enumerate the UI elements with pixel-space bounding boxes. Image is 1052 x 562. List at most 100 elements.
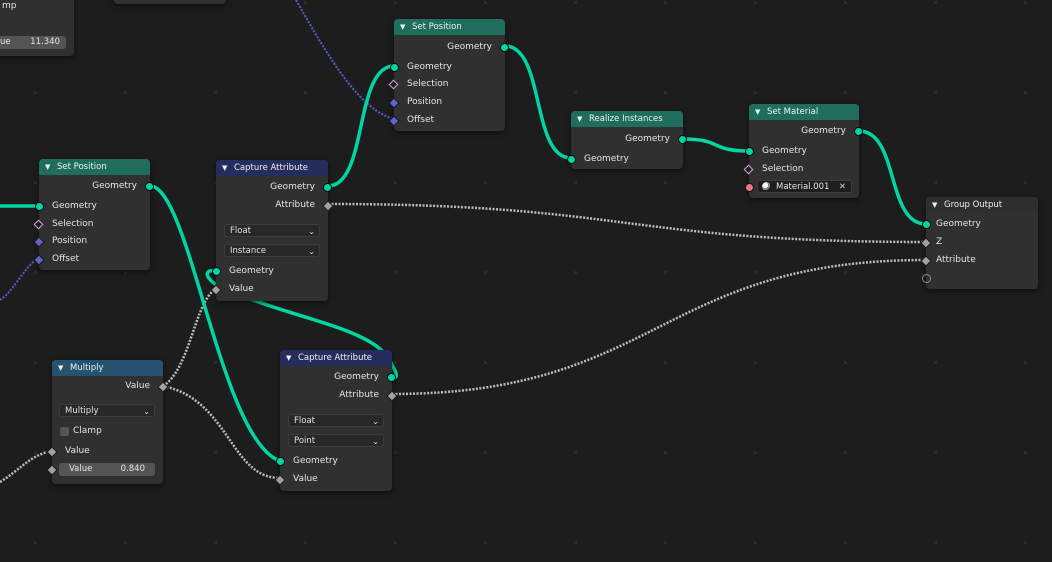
output-value: Value — [52, 379, 169, 393]
material-socket[interactable] — [745, 183, 754, 192]
chevron-down-icon: ⌄ — [372, 437, 379, 446]
set-position-node-top[interactable]: ▼ Set Position Geometry Geometry Selectio… — [388, 19, 509, 131]
grid-dot — [754, 1, 757, 4]
multiply-node[interactable]: ▼ Multiply Value Multiply ⌄ Clamp Value Va… — [46, 360, 169, 484]
geometry-socket[interactable] — [922, 220, 931, 229]
realize-instances-node[interactable]: ▼ Realize Instances Geometry Geometry — [567, 111, 687, 169]
output-geometry: Geometry — [39, 179, 154, 193]
domain-dropdown[interactable]: Point ⌄ — [288, 434, 384, 447]
material-ball-icon — [762, 182, 771, 191]
chevron-down-icon[interactable]: ▼ — [755, 108, 764, 116]
set-position-node-left[interactable]: ▼ Set Position Geometry Geometry Selectio… — [33, 159, 154, 270]
node-header[interactable]: ▼ Capture Attribute — [216, 160, 328, 176]
geometry-socket[interactable] — [276, 457, 285, 466]
input-selection: Selection — [743, 162, 859, 176]
output-geometry: Geometry — [216, 180, 332, 194]
chevron-down-icon: ⌄ — [308, 247, 315, 256]
grid-dot — [844, 91, 847, 94]
capture-attribute-node-1[interactable]: ▼ Capture Attribute Geometry Attribute Fl… — [210, 160, 334, 301]
clamp-label: Clamp — [73, 426, 102, 436]
grid-dot — [574, 181, 577, 184]
geometry-socket[interactable] — [745, 147, 754, 156]
group-output-node[interactable]: ▼ Group Output Geometry Z Attribute — [920, 197, 1038, 289]
input-selection: Selection — [33, 217, 150, 231]
geometry-socket[interactable] — [35, 202, 44, 211]
chevron-down-icon: ⌄ — [308, 227, 315, 236]
capture-attribute-node-2[interactable]: ▼ Capture Attribute Geometry Attribute Fl… — [274, 350, 398, 491]
grid-dot — [664, 91, 667, 94]
geometry-socket[interactable] — [567, 155, 576, 164]
geometry-socket[interactable] — [212, 267, 221, 276]
chevron-down-icon[interactable]: ▼ — [577, 115, 586, 123]
grid-dot — [934, 451, 937, 454]
node-header[interactable]: ▼ Realize Instances — [571, 111, 683, 127]
geometry-socket[interactable] — [387, 373, 396, 382]
value-field[interactable]: Value 0.840 — [59, 463, 155, 476]
grid-dot — [934, 91, 937, 94]
grid-dot — [394, 451, 397, 454]
grid-dot — [394, 361, 397, 364]
geometry-socket[interactable] — [854, 127, 863, 136]
geometry-socket[interactable] — [500, 43, 509, 52]
chevron-down-icon[interactable]: ▼ — [286, 354, 295, 362]
empty-socket[interactable] — [922, 274, 931, 283]
partial-node-top-left[interactable]: mp ue 11.340 — [0, 0, 74, 56]
clamp-checkbox[interactable] — [60, 427, 69, 436]
geometry-socket[interactable] — [145, 182, 154, 191]
grid-dot — [214, 361, 217, 364]
grid-dot — [304, 1, 307, 4]
close-icon[interactable]: ✕ — [839, 181, 846, 193]
data-type-dropdown[interactable]: Float ⌄ — [224, 224, 320, 237]
geometry-socket[interactable] — [678, 135, 687, 144]
input-geometry: Geometry — [567, 152, 683, 166]
grid-dot — [124, 271, 127, 274]
partial-label: mp — [2, 1, 17, 11]
node-header[interactable]: ▼ Set Material — [749, 104, 859, 120]
grid-dot — [574, 91, 577, 94]
domain-dropdown[interactable]: Instance ⌄ — [224, 244, 320, 257]
grid-dot — [484, 1, 487, 4]
grid-dot — [34, 271, 37, 274]
grid-dot — [394, 181, 397, 184]
set-material-node[interactable]: ▼ Set Material Geometry Geometry Selectio… — [743, 104, 863, 198]
chevron-down-icon[interactable]: ▼ — [932, 201, 941, 209]
chevron-down-icon[interactable]: ▼ — [45, 163, 54, 171]
material-field[interactable]: Material.001 ✕ — [757, 180, 852, 193]
grid-dot — [214, 451, 217, 454]
input-z: Z — [920, 235, 1038, 249]
geometry-socket[interactable] — [390, 63, 399, 72]
partial-node-top[interactable] — [114, 0, 226, 4]
grid-dot — [214, 91, 217, 94]
grid-dot — [1024, 451, 1027, 454]
chevron-down-icon[interactable]: ▼ — [58, 364, 67, 372]
grid-dot — [754, 271, 757, 274]
data-type-dropdown[interactable]: Float ⌄ — [288, 414, 384, 427]
chevron-down-icon[interactable]: ▼ — [222, 164, 231, 172]
geometry-socket[interactable] — [323, 183, 332, 192]
grid-dot — [844, 451, 847, 454]
chevron-down-icon[interactable]: ▼ — [400, 23, 409, 31]
node-header[interactable]: ▼ Set Position — [39, 159, 150, 175]
input-value: Value — [46, 444, 163, 458]
input-position: Position — [33, 234, 150, 248]
partial-value-field[interactable]: ue 11.340 — [0, 36, 66, 49]
node-header[interactable]: ▼ Multiply — [52, 360, 163, 376]
node-header[interactable]: ▼ Capture Attribute — [280, 350, 392, 366]
grid-dot — [934, 541, 937, 544]
node-header[interactable]: ▼ Set Position — [394, 19, 505, 35]
input-selection: Selection — [388, 77, 505, 91]
grid-dot — [484, 181, 487, 184]
grid-dot — [934, 1, 937, 4]
grid-dot — [484, 361, 487, 364]
operation-dropdown[interactable]: Multiply ⌄ — [59, 404, 155, 417]
grid-dot — [214, 541, 217, 544]
output-geometry: Geometry — [394, 40, 509, 54]
node-header[interactable]: ▼ Group Output — [926, 197, 1038, 213]
chevron-down-icon: ⌄ — [143, 407, 150, 416]
grid-dot — [34, 91, 37, 94]
grid-dot — [664, 451, 667, 454]
grid-dot — [484, 271, 487, 274]
grid-dot — [304, 91, 307, 94]
grid-dot — [754, 361, 757, 364]
grid-dot — [1024, 361, 1027, 364]
